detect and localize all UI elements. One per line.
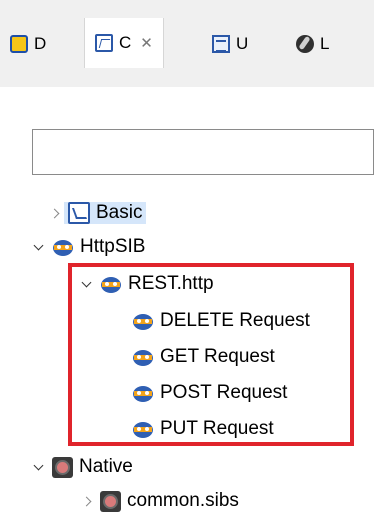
tab-d[interactable]: D bbox=[10, 28, 46, 60]
native-library-icon bbox=[100, 490, 121, 512]
collapsed-chevron-icon[interactable] bbox=[48, 206, 62, 220]
tab-l-label: L bbox=[320, 34, 330, 53]
native-library-icon bbox=[52, 456, 73, 478]
library-icon bbox=[296, 35, 314, 53]
diagram-icon bbox=[10, 35, 28, 53]
view-tab-bar: D C ✕ U L bbox=[0, 0, 374, 87]
tab-l[interactable]: L bbox=[296, 28, 329, 60]
tree-item-common-sibs-label: common.sibs bbox=[127, 490, 239, 511]
highlight-box bbox=[68, 263, 354, 446]
expanded-chevron-icon[interactable] bbox=[32, 460, 46, 474]
tab-u-label: U bbox=[236, 34, 249, 53]
component-icon bbox=[95, 34, 113, 52]
tree-item-basic-label: Basic bbox=[96, 202, 143, 223]
expanded-chevron-icon[interactable] bbox=[32, 240, 46, 254]
tab-u[interactable]: U bbox=[212, 28, 248, 60]
tree-item-httpsib[interactable]: HttpSIB bbox=[32, 231, 145, 263]
tree-item-httpsib-label: HttpSIB bbox=[80, 236, 146, 257]
selection-highlight: Basic bbox=[64, 202, 147, 224]
tree-item-basic[interactable]: Basic bbox=[48, 197, 147, 229]
close-icon[interactable]: ✕ bbox=[140, 34, 153, 52]
sib-icon bbox=[53, 240, 73, 256]
tree-item-common-sibs[interactable]: common.sibs bbox=[80, 485, 239, 517]
tree-item-native-label: Native bbox=[79, 456, 133, 477]
ui-icon bbox=[212, 35, 230, 53]
filter-input[interactable] bbox=[32, 129, 374, 175]
collapsed-chevron-icon[interactable] bbox=[80, 494, 94, 508]
basic-folder-icon bbox=[68, 202, 90, 224]
tab-d-label: D bbox=[34, 34, 47, 53]
tab-c-label: C bbox=[119, 33, 132, 52]
tree-item-native[interactable]: Native bbox=[32, 451, 133, 483]
tab-c[interactable]: C ✕ bbox=[84, 18, 164, 68]
